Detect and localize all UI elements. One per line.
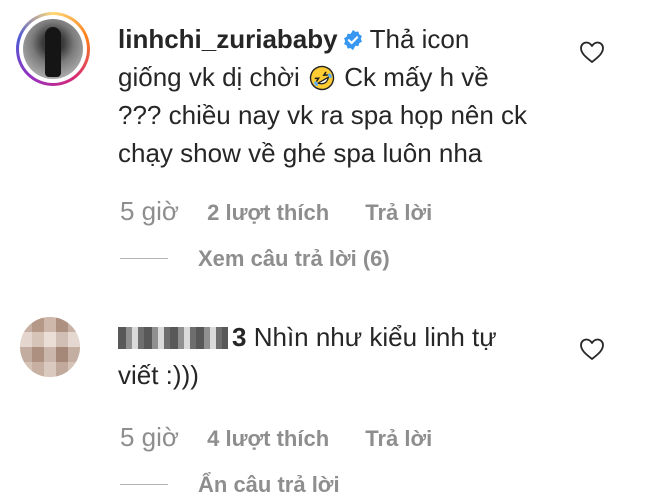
replies-divider bbox=[120, 484, 168, 485]
avatar[interactable] bbox=[20, 317, 80, 377]
reply-button[interactable]: Trả lời bbox=[365, 426, 432, 451]
replies-divider bbox=[120, 258, 168, 259]
blurred-username bbox=[118, 327, 228, 349]
avatar[interactable] bbox=[23, 19, 83, 79]
likes-count-button[interactable]: 2 lượt thích bbox=[207, 200, 329, 225]
username-link[interactable]: 3 bbox=[118, 322, 246, 352]
timestamp[interactable]: 5 giờ bbox=[120, 422, 179, 452]
view-replies-button[interactable]: Xem câu trả lời (6) bbox=[198, 246, 390, 272]
like-heart-icon[interactable] bbox=[579, 337, 605, 361]
username-link[interactable]: linhchi_zuriababy bbox=[118, 24, 338, 54]
comment-text: linhchi_zuriababy Thả icon giống vk dị ch… bbox=[118, 24, 528, 168]
comment-2: 3 Nhìn như kiểu linh tự viết :))) 5 giờ … bbox=[0, 300, 650, 502]
comment-meta: 5 giờ 4 lượt thích Trả lời bbox=[120, 422, 432, 453]
comment-1: linhchi_zuriababy Thả icon giống vk dị ch… bbox=[0, 0, 650, 300]
likes-count-button[interactable]: 4 lượt thích bbox=[207, 426, 329, 451]
rolling-on-floor-laughing-emoji-icon bbox=[309, 65, 335, 91]
hide-replies-button[interactable]: Ẩn câu trả lời bbox=[198, 472, 340, 498]
like-heart-icon[interactable] bbox=[579, 40, 605, 64]
reply-button[interactable]: Trả lời bbox=[365, 200, 432, 225]
timestamp[interactable]: 5 giờ bbox=[120, 196, 179, 226]
verified-badge-icon bbox=[343, 29, 362, 51]
comment-text: 3 Nhìn như kiểu linh tự viết :))) bbox=[118, 322, 497, 390]
comment-meta: 5 giờ 2 lượt thích Trả lời bbox=[120, 196, 432, 227]
avatar-story-ring[interactable] bbox=[16, 12, 90, 86]
